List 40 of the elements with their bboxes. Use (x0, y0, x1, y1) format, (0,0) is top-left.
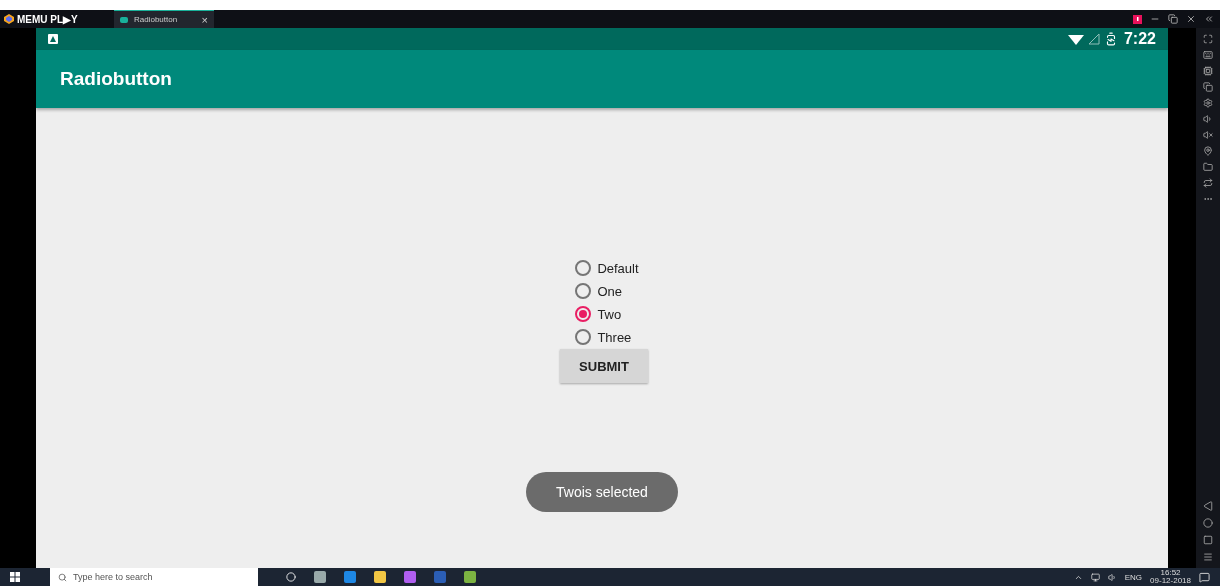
close-icon[interactable] (1186, 14, 1196, 24)
status-time: 7:22 (1123, 30, 1156, 48)
volume-icon[interactable] (1107, 572, 1117, 582)
radio-option[interactable]: Default (575, 260, 639, 276)
submit-button[interactable]: SUBMIT (560, 349, 648, 383)
menu-icon[interactable] (1203, 552, 1213, 562)
search-icon (58, 572, 67, 582)
keyboard-icon[interactable] (1203, 50, 1213, 60)
clock-date: 09-12-2018 (1150, 577, 1191, 585)
recents-icon[interactable] (1203, 535, 1213, 545)
location-icon[interactable] (1203, 146, 1213, 156)
fullscreen-icon[interactable] (1203, 34, 1213, 44)
app-notification-icon (48, 34, 58, 44)
start-icon[interactable] (10, 572, 20, 582)
app-title: Radiobutton (60, 68, 172, 90)
rotate-icon[interactable] (1203, 178, 1213, 188)
volume-up-icon[interactable] (1203, 114, 1213, 124)
alert-icon (1133, 14, 1142, 24)
volume-down-icon[interactable] (1203, 130, 1213, 140)
network-icon[interactable] (1090, 572, 1100, 582)
restore-icon[interactable] (1168, 14, 1178, 24)
toast-message: Twois selected (526, 472, 678, 512)
brand-logo: MEMU PL▶Y (4, 13, 114, 25)
collapse-icon[interactable] (1204, 14, 1214, 24)
settings-icon[interactable] (1203, 98, 1213, 108)
taskbar-search-field[interactable]: Type here to search (50, 568, 258, 586)
radio-option[interactable]: Three (575, 329, 639, 345)
radio-option[interactable]: One (575, 283, 639, 299)
wifi-icon (1067, 33, 1084, 45)
notifications-icon[interactable] (1199, 571, 1210, 583)
language-indicator[interactable]: ENG (1124, 572, 1143, 582)
back-icon[interactable] (1203, 501, 1213, 511)
windows-icon[interactable] (1203, 82, 1213, 92)
radio-option[interactable]: Two (575, 306, 639, 322)
signal-icon (1087, 33, 1100, 45)
cortana-icon[interactable] (286, 572, 296, 582)
app-tab[interactable]: Radiobutton × (114, 10, 214, 28)
clock-time: 16:52 (1160, 569, 1181, 577)
home-icon[interactable] (1203, 518, 1213, 528)
chip-icon[interactable] (1203, 66, 1213, 76)
